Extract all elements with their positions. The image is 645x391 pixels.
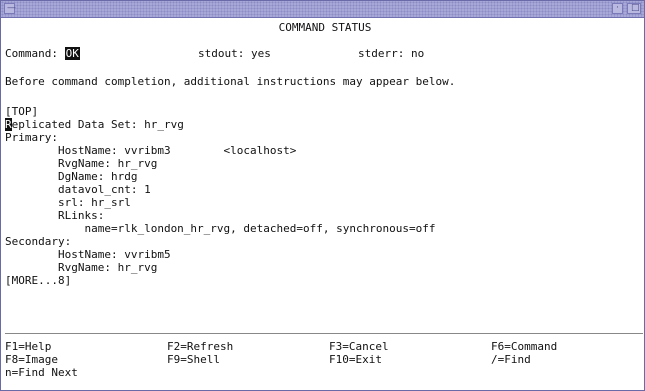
f10-exit-key[interactable]: F10=Exit xyxy=(329,353,382,366)
screen-title: COMMAND STATUS xyxy=(278,21,372,34)
f3-cancel-key[interactable]: F3=Cancel xyxy=(329,340,389,353)
primary-dgname: DgName: hrdg xyxy=(5,170,138,183)
maximize-button[interactable]: □ xyxy=(627,3,641,14)
output-rds-line[interactable]: Replicated Data Set: hr_rvg xyxy=(5,118,184,131)
command-result-badge: OK xyxy=(64,47,80,60)
primary-rlink-detail: name=rlk_london_hr_rvg, detached=off, sy… xyxy=(5,222,436,235)
primary-rvgname: RvgName: hr_rvg xyxy=(5,157,158,170)
smit-screen: COMMAND STATUS Command: OK stdout: yes s… xyxy=(5,20,643,388)
window-titlebar[interactable]: — · □ xyxy=(1,1,644,18)
minimize-icon: · xyxy=(616,3,619,13)
command-status-row: Command: OK xyxy=(5,47,80,60)
secondary-rvgname: RvgName: hr_rvg xyxy=(5,261,158,274)
primary-datavol-count: datavol_cnt: 1 xyxy=(5,183,151,196)
completion-notice: Before command completion, additional in… xyxy=(5,75,456,88)
primary-srl: srl: hr_srl xyxy=(5,196,131,209)
stderr-status: stderr: no xyxy=(358,47,425,60)
f9-shell-key[interactable]: F9=Shell xyxy=(167,353,220,366)
terminal-window: — · □ COMMAND STATUS Command: OK stdout:… xyxy=(0,0,645,391)
f6-command-key[interactable]: F6=Command xyxy=(491,340,557,353)
find-next-key[interactable]: n=Find Next xyxy=(5,366,78,379)
primary-rlinks-label: RLinks: xyxy=(5,209,105,222)
maximize-icon: □ xyxy=(631,3,640,13)
rds-text: eplicated Data Set: hr_rvg xyxy=(11,118,184,131)
minimize-button[interactable]: · xyxy=(612,3,623,14)
primary-hostname: HostName: vvribm3 <localhost> xyxy=(5,144,297,157)
window-menu-icon: — xyxy=(7,3,16,13)
command-label: Command: xyxy=(5,47,58,60)
output-more-marker[interactable]: [MORE...8] xyxy=(5,274,71,287)
f8-image-key[interactable]: F8=Image xyxy=(5,353,58,366)
secondary-label: Secondary: xyxy=(5,235,72,248)
function-key-divider xyxy=(5,333,643,334)
stdout-status: stdout: yes xyxy=(198,47,271,60)
primary-label: Primary: xyxy=(5,131,58,144)
window-menu-button[interactable]: — xyxy=(4,3,16,14)
text-cursor: R xyxy=(5,118,12,131)
f2-refresh-key[interactable]: F2=Refresh xyxy=(167,340,233,353)
output-top-marker: [TOP] xyxy=(5,105,39,118)
secondary-hostname: HostName: vvribm5 xyxy=(5,248,171,261)
f1-help-key[interactable]: F1=Help xyxy=(5,340,51,353)
find-key[interactable]: /=Find xyxy=(491,353,531,366)
